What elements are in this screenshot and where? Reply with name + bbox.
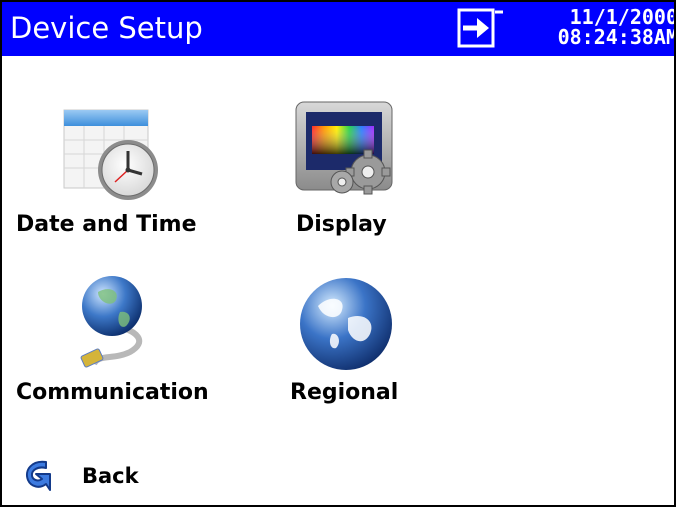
exit-arrow-icon[interactable] (457, 8, 507, 48)
tile-label: Date and Time (16, 212, 197, 237)
tile-label: Display (296, 212, 387, 237)
calendar-clock-icon (50, 104, 168, 204)
tile-communication[interactable]: Communication (2, 268, 242, 418)
page-title: Device Setup (10, 11, 203, 45)
date-text: 11/1/2000 (569, 5, 676, 29)
title-bar: Device Setup 11/1/2000 08:24:38AM (2, 2, 674, 56)
time-text: 08:24:38AM (557, 25, 676, 49)
tile-label: Regional (290, 380, 399, 405)
back-label: Back (82, 464, 139, 488)
clock-readout: 11/1/2000 08:24:38AM (557, 5, 676, 49)
back-arrow-icon (16, 456, 56, 496)
tile-display[interactable]: Display (252, 92, 452, 252)
network-globe-icon (68, 272, 158, 370)
monitor-gears-icon (294, 100, 400, 200)
tile-label: Communication (16, 380, 209, 405)
device-setup-screen: Device Setup 11/1/2000 08:24:38AM Date a… (0, 0, 676, 507)
tile-regional[interactable]: Regional (262, 268, 442, 418)
tile-date-and-time[interactable]: Date and Time (2, 92, 242, 252)
back-button[interactable]: Back (16, 454, 166, 500)
globe-icon (296, 272, 396, 372)
